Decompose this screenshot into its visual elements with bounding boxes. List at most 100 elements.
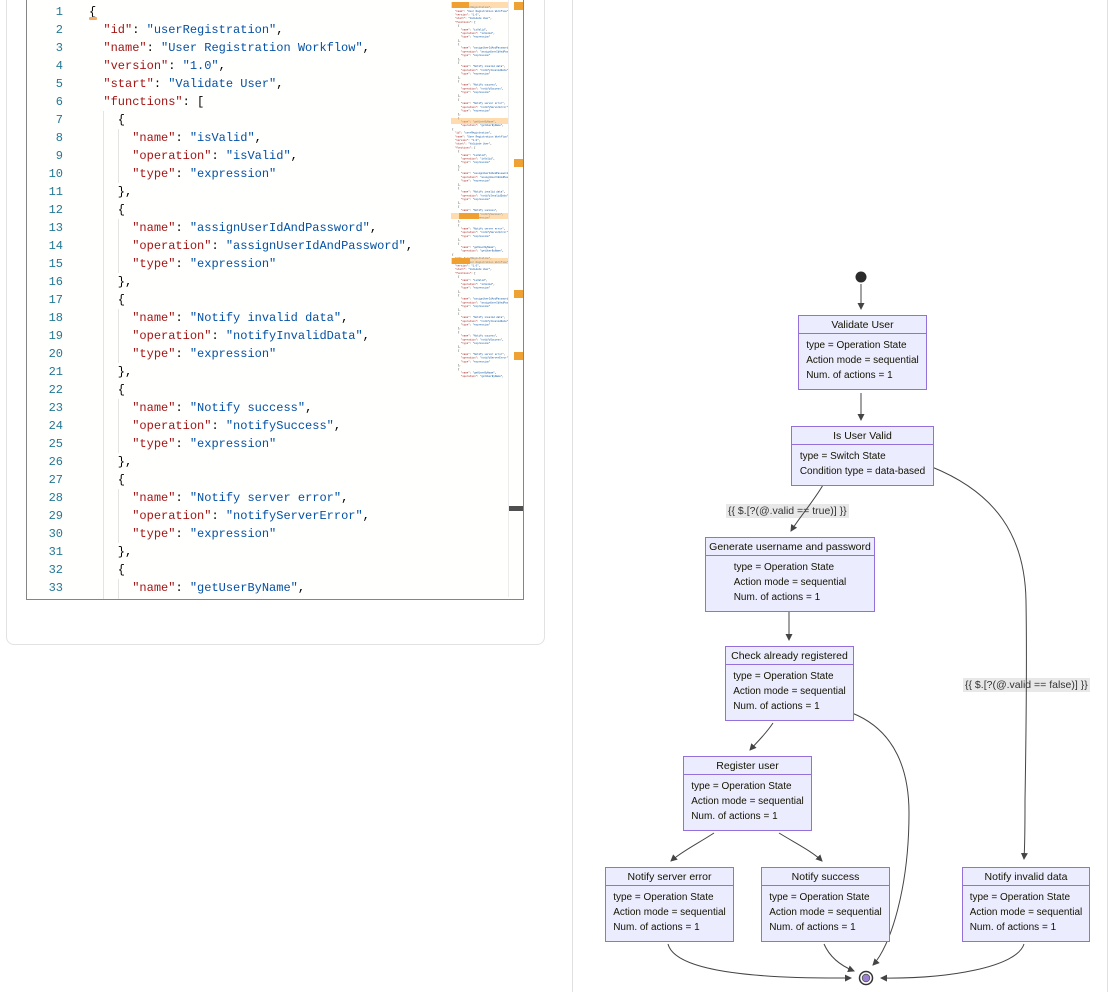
code-line[interactable]: 21 }, [27,363,451,381]
code-line[interactable]: 16 }, [27,273,451,291]
code-line[interactable]: 9 "operation": "isValid", [27,147,451,165]
indent-guide [118,129,119,183]
indent-guide [118,399,119,453]
line-number: 14 [27,237,63,255]
line-number: 6 [27,93,63,111]
line-number: 29 [27,507,63,525]
line-number: 20 [27,345,63,363]
node-title: Is User Valid [792,427,933,445]
code-line[interactable]: 29 "operation": "notifyServerError", [27,507,451,525]
code-line[interactable]: 19 "operation": "notifyInvalidData", [27,327,451,345]
ruler-marker [514,2,523,10]
code-line[interactable]: 8 "name": "isValid", [27,129,451,147]
code-line[interactable]: 3 "name": "User Registration Workflow", [27,39,451,57]
node-body: type = Switch State Condition type = dat… [792,445,933,485]
code-line[interactable]: 28 "name": "Notify server error", [27,489,451,507]
code-line[interactable]: 10 "type": "expression" [27,165,451,183]
code-line[interactable]: 14 "operation": "assignUserIdAndPassword… [27,237,451,255]
code-line[interactable]: 24 "operation": "notifySuccess", [27,417,451,435]
code-line[interactable]: 32 { [27,561,451,579]
overview-ruler[interactable] [508,0,523,597]
node-body: type = Operation State Action mode = seq… [762,886,889,941]
line-number: 18 [27,309,63,327]
state-node-notify-server-error: Notify server error type = Operation Sta… [605,867,734,942]
indent-guide [118,309,119,363]
line-number: 1 [27,3,63,21]
code-line[interactable]: 2 "id": "userRegistration", [27,21,451,39]
node-body: type = Operation State Action mode = seq… [799,334,926,389]
scrollbar-position-mark[interactable] [509,506,523,511]
line-number: 21 [27,363,63,381]
node-body: type = Operation State Action mode = seq… [606,886,733,941]
code-line[interactable]: 34 "operation": "getUserByName", [27,597,451,600]
line-number: 23 [27,399,63,417]
line-number: 31 [27,543,63,561]
indent-guide [118,579,119,599]
code-line[interactable]: 26 }, [27,453,451,471]
code-line[interactable]: 7 { [27,111,451,129]
code-line[interactable]: 11 }, [27,183,451,201]
state-node-is-user-valid: Is User Valid type = Switch State Condit… [791,426,934,486]
code-line[interactable]: 33 "name": "getUserByName", [27,579,451,597]
line-number: 8 [27,129,63,147]
line-number: 2 [27,21,63,39]
minimap-highlight [451,2,508,8]
minimap-code: { "id": "userRegistration", "name": "Use… [452,2,508,378]
state-node-check-already-registered: Check already registered type = Operatio… [725,646,854,721]
line-number: 13 [27,219,63,237]
line-number: 28 [27,489,63,507]
line-number: 4 [27,57,63,75]
node-title: Notify server error [606,868,733,886]
start-node [856,272,867,283]
line-number: 25 [27,435,63,453]
line-number: 5 [27,75,63,93]
code-line[interactable]: 18 "name": "Notify invalid data", [27,309,451,327]
line-number: 30 [27,525,63,543]
edge-label-valid-false: {{ $.[?(@.valid == false)] }} [963,678,1090,692]
json-editor[interactable]: 1{2 "id": "userRegistration",3 "name": "… [26,0,524,600]
ruler-marker [514,159,523,167]
node-title: Register user [684,757,811,775]
code-line[interactable]: 27 { [27,471,451,489]
code-line[interactable]: 12 { [27,201,451,219]
code-area[interactable]: 1{2 "id": "userRegistration",3 "name": "… [27,3,451,600]
edge-label-valid-true: {{ $.[?(@.valid == true)] }} [726,504,849,518]
code-line[interactable]: 25 "type": "expression" [27,435,451,453]
code-line[interactable]: 20 "type": "expression" [27,345,451,363]
line-number: 34 [27,597,63,600]
code-line[interactable]: 31 }, [27,543,451,561]
indent-guide [118,219,119,273]
code-line[interactable]: 30 "type": "expression" [27,525,451,543]
line-number: 16 [27,273,63,291]
node-title: Generate username and password [706,538,874,556]
minimap[interactable]: { "id": "userRegistration", "name": "Use… [451,0,508,388]
node-title: Notify success [762,868,889,886]
line-number: 33 [27,579,63,597]
line-number: 9 [27,147,63,165]
line-number: 32 [27,561,63,579]
node-body: type = Operation State Action mode = seq… [726,665,853,720]
code-line[interactable]: 4 "version": "1.0", [27,57,451,75]
end-node [860,972,873,985]
ruler-marker [514,352,523,360]
line-number: 17 [27,291,63,309]
state-node-notify-success: Notify success type = Operation State Ac… [761,867,890,942]
node-title: Validate User [799,316,926,334]
line-number: 3 [27,39,63,57]
code-line[interactable]: 17 { [27,291,451,309]
line-number: 15 [27,255,63,273]
indent-guide [118,489,119,543]
code-line[interactable]: 13 "name": "assignUserIdAndPassword", [27,219,451,237]
line-number: 11 [27,183,63,201]
code-line[interactable]: 15 "type": "expression" [27,255,451,273]
code-line[interactable]: 22 { [27,381,451,399]
state-node-notify-invalid-data: Notify invalid data type = Operation Sta… [962,867,1090,942]
node-title: Notify invalid data [963,868,1089,886]
code-line[interactable]: 6 "functions": [ [27,93,451,111]
minimap-highlight [451,213,508,219]
node-title: Check already registered [726,647,853,665]
line-number: 27 [27,471,63,489]
code-line[interactable]: 23 "name": "Notify success", [27,399,451,417]
line-number: 22 [27,381,63,399]
code-line[interactable]: 5 "start": "Validate User", [27,75,451,93]
